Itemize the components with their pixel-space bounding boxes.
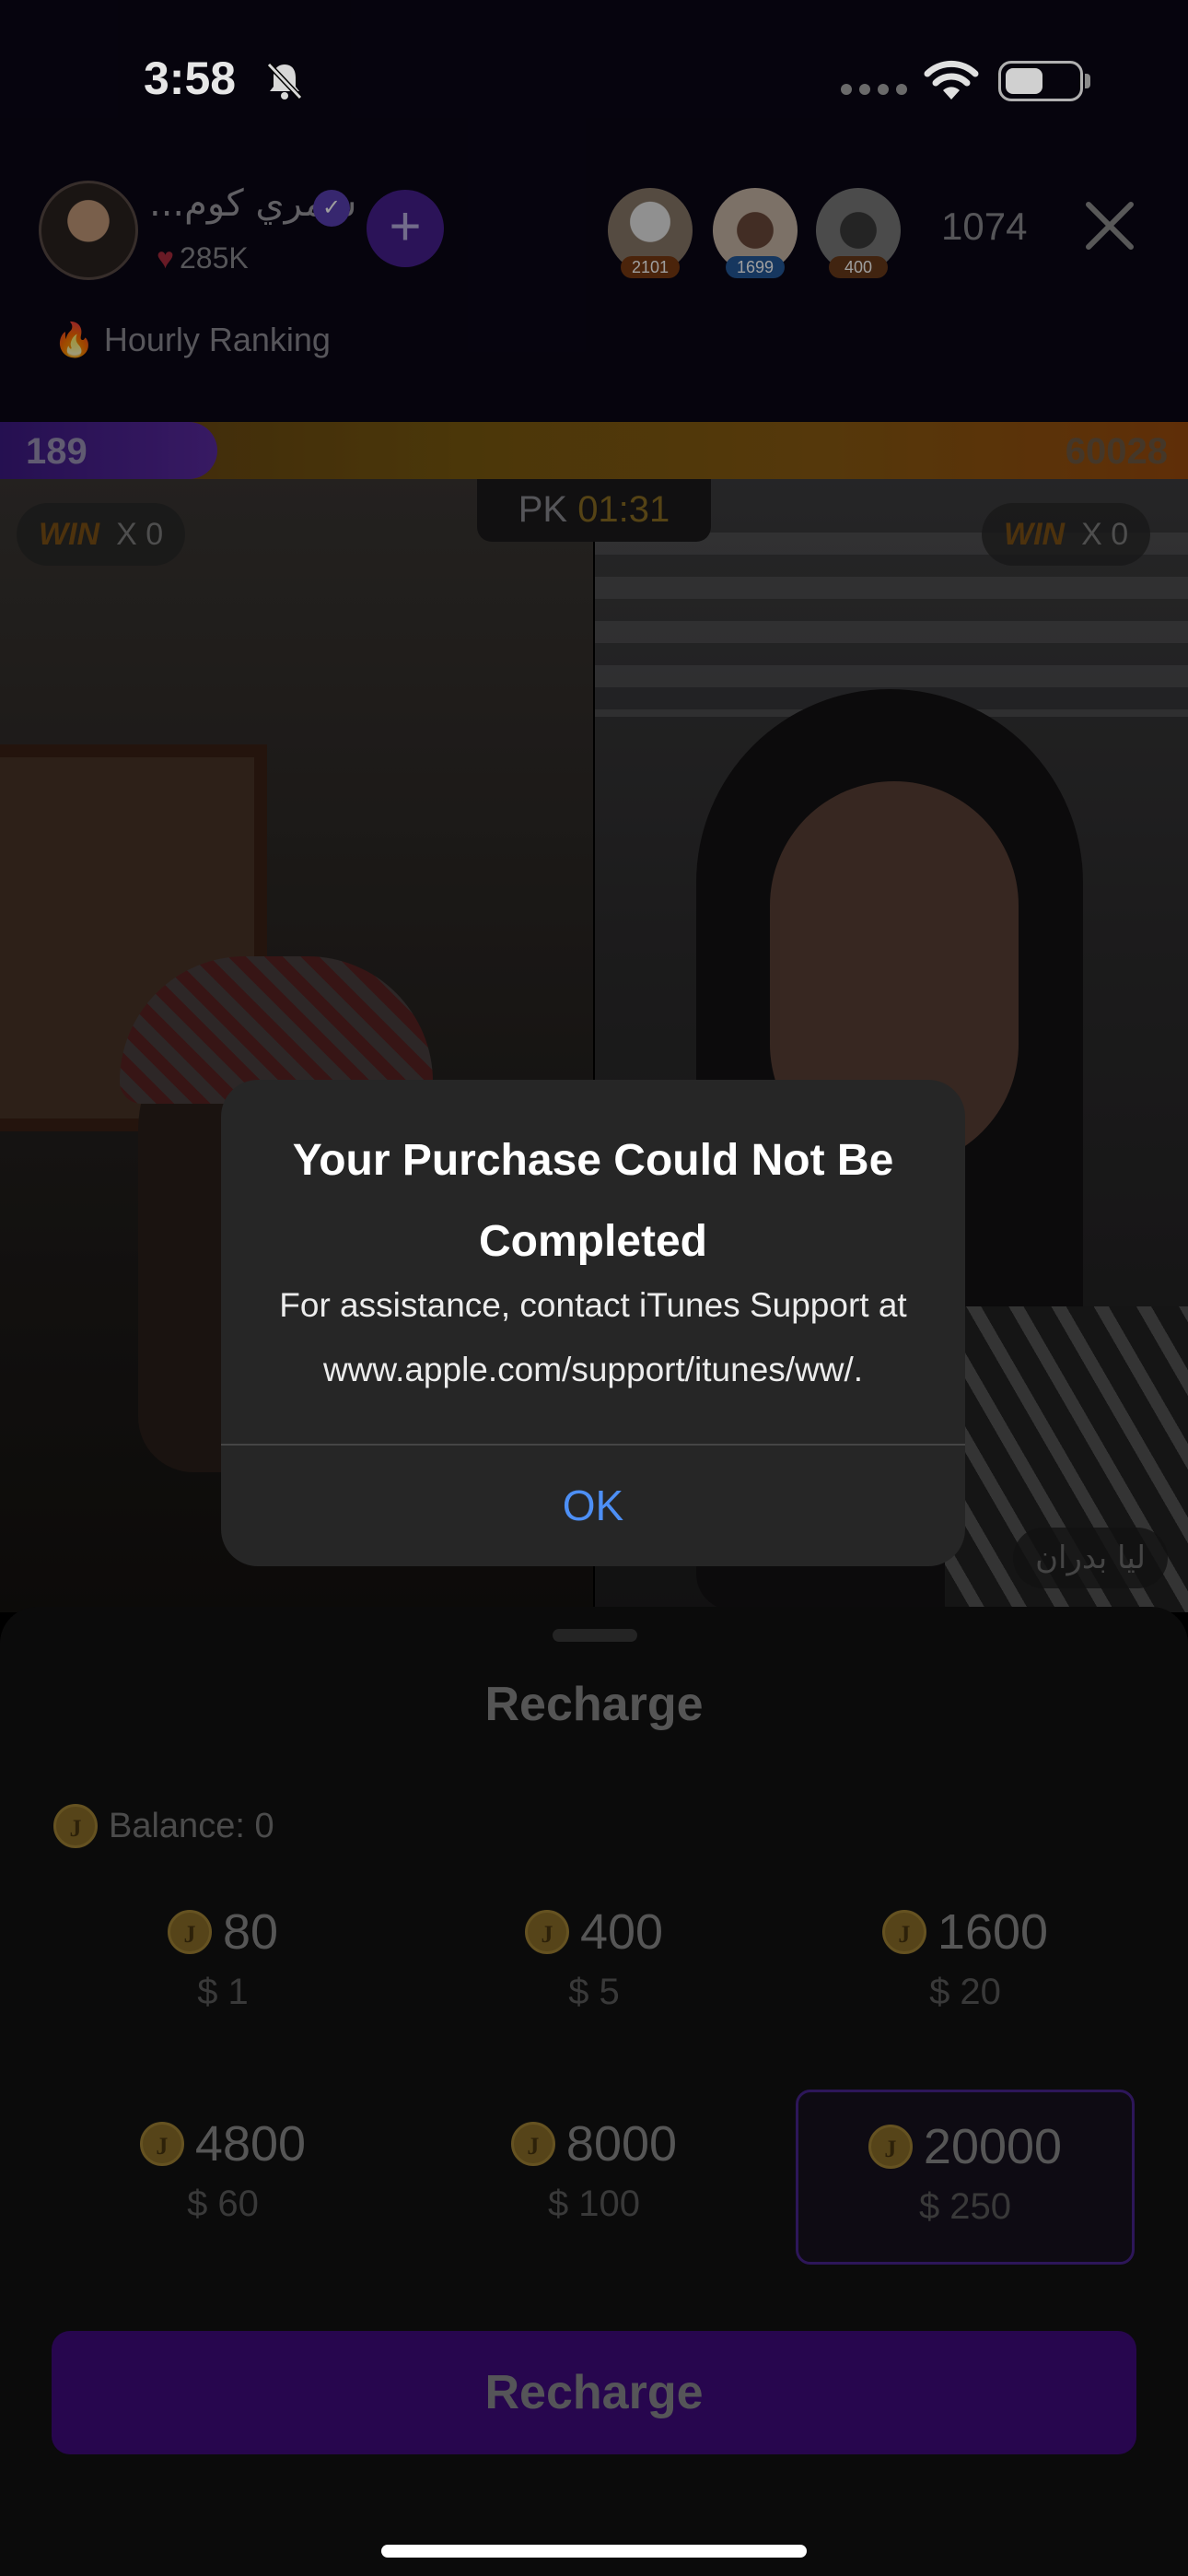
battery-icon (998, 61, 1083, 101)
battery-level (1006, 68, 1042, 94)
purchase-failed-alert: Your Purchase Could Not Be Completed For… (221, 1080, 965, 1566)
cellular-signal-icon (841, 84, 907, 95)
alert-ok-button[interactable]: OK (221, 1446, 965, 1566)
wifi-icon (924, 60, 979, 100)
alert-title: Your Purchase Could Not Be Completed (292, 1136, 894, 1266)
battery-cap (1085, 74, 1090, 88)
alert-message: For assistance, contact iTunes Support a… (279, 1286, 907, 1388)
silent-bell-icon (266, 62, 303, 100)
home-indicator[interactable] (381, 2545, 807, 2558)
status-time: 3:58 (144, 53, 237, 104)
